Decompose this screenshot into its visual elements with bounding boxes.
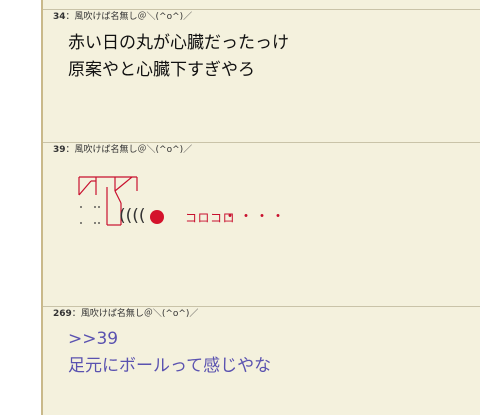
post-body-line: 原案やと心臓下すぎやろ <box>68 60 255 80</box>
poster-name: 風吹けば名無し＠＼(^o^)／ <box>74 12 193 22</box>
header-separator: ： <box>65 12 75 22</box>
post-header: 39：風吹けば名無し＠＼(^o^)／ <box>53 145 192 156</box>
trailing-dots: ・・・・ <box>223 209 287 225</box>
post-body-line: 足元にボールって感じやな <box>68 356 272 376</box>
motion-lines: (((( <box>119 206 146 226</box>
post-body-line: 赤い日の丸が心臓だったっけ <box>68 33 289 53</box>
thread-panel: 34：風吹けば名無し＠＼(^o^)／ 赤い日の丸が心臓だったっけ 原案やと心臓下… <box>41 0 480 415</box>
poster-name: 風吹けば名無し＠＼(^o^)／ <box>80 309 199 319</box>
post-number[interactable]: 34 <box>53 12 66 22</box>
post-number[interactable]: 39 <box>53 145 66 155</box>
post-number[interactable]: 269 <box>53 309 72 319</box>
reply-anchor-link[interactable]: >>39 <box>68 329 118 349</box>
post-divider <box>43 306 480 307</box>
post-header: 34：風吹けば名無し＠＼(^o^)／ <box>53 12 192 23</box>
post-divider <box>43 9 480 10</box>
header-separator: ： <box>71 309 81 319</box>
post-header: 269：風吹けば名無し＠＼(^o^)／ <box>53 309 198 320</box>
poster-name: 風吹けば名無し＠＼(^o^)／ <box>74 145 193 155</box>
post-divider <box>43 142 480 143</box>
header-separator: ： <box>65 145 75 155</box>
ball-icon <box>150 210 164 224</box>
